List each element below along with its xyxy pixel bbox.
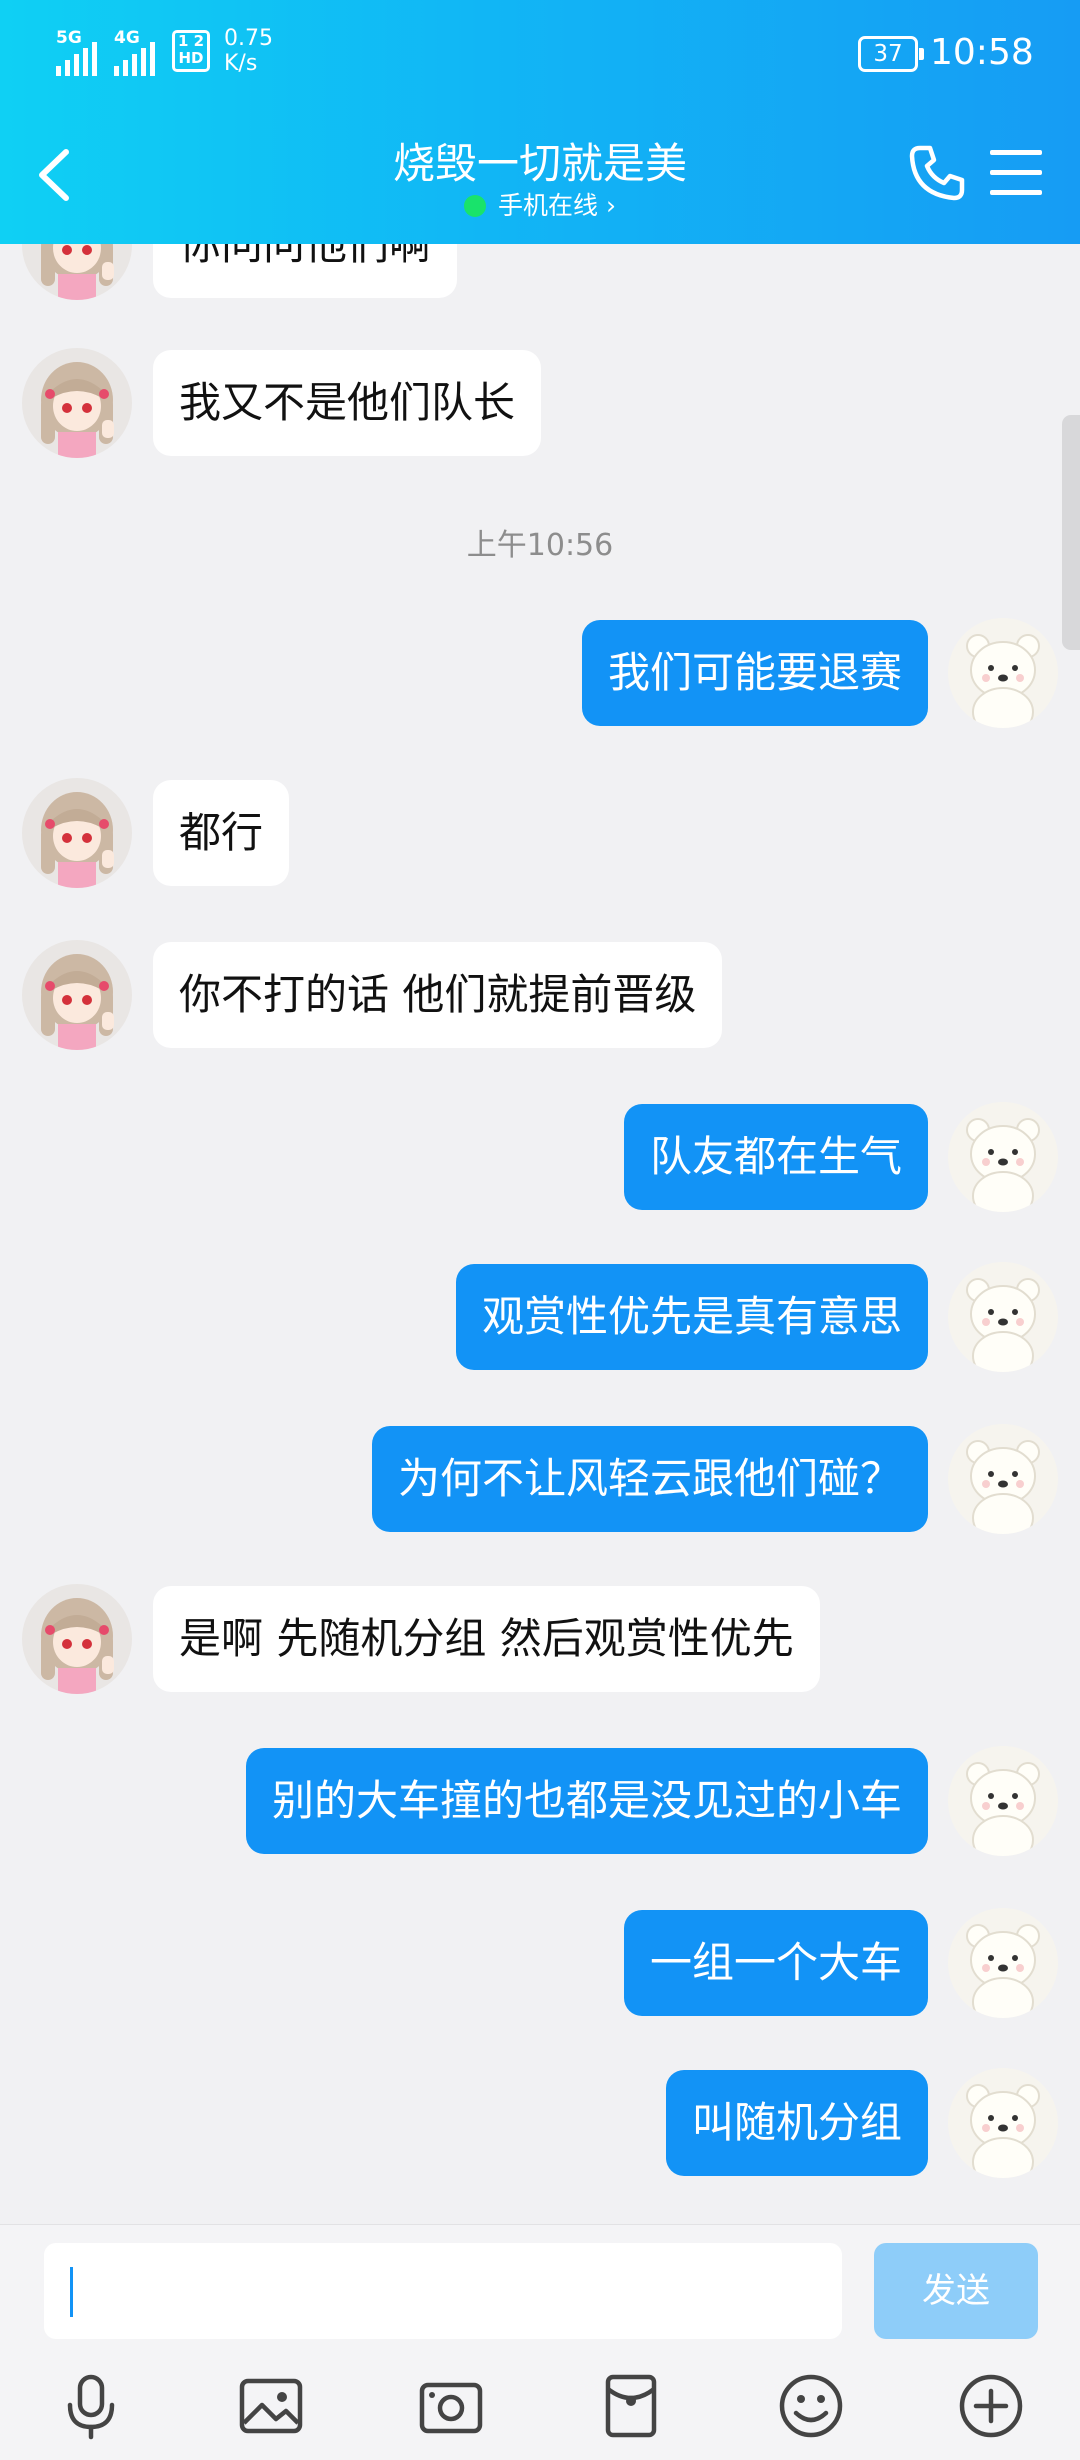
polar-bear-avatar-icon bbox=[948, 1746, 1058, 1856]
microphone-icon bbox=[67, 2374, 115, 2440]
chevron-right-icon: › bbox=[605, 191, 616, 220]
anime-girl-avatar-icon bbox=[22, 244, 132, 300]
contact-avatar[interactable] bbox=[22, 244, 132, 300]
message-row: 我又不是他们队长 bbox=[0, 348, 1080, 458]
message-row: 你不打的话 他们就提前晋级 bbox=[0, 940, 1080, 1050]
my-avatar[interactable] bbox=[948, 1262, 1058, 1372]
message-row: 别的大车撞的也都是没见过的小车 bbox=[0, 1746, 1080, 1856]
message-row: 你问问他们啊 bbox=[0, 244, 1080, 300]
hamburger-icon bbox=[990, 150, 1042, 195]
my-avatar[interactable] bbox=[948, 2068, 1058, 2178]
sent-message[interactable]: 观赏性优先是真有意思 bbox=[455, 1264, 928, 1370]
signal-5g-icon: 5G bbox=[56, 28, 102, 76]
sent-message[interactable]: 别的大车撞的也都是没见过的小车 bbox=[245, 1748, 928, 1854]
emoji-icon bbox=[779, 2374, 843, 2438]
polar-bear-avatar-icon bbox=[948, 1908, 1058, 2018]
message-row: 是啊 先随机分组 然后观赏性优先 bbox=[0, 1584, 1080, 1694]
red-packet-button[interactable] bbox=[596, 2371, 666, 2441]
polar-bear-avatar-icon bbox=[948, 618, 1058, 728]
message-row: 都行 bbox=[0, 778, 1080, 888]
my-avatar[interactable] bbox=[948, 1908, 1058, 2018]
anime-girl-avatar-icon bbox=[22, 1584, 132, 1694]
gallery-button[interactable] bbox=[236, 2371, 306, 2441]
contact-avatar[interactable] bbox=[22, 348, 132, 458]
polar-bear-avatar-icon bbox=[948, 1102, 1058, 1212]
chat-header: 5G 4G 1 2 HD 0.75 K/s 37 10:58 烧毁一切就是美 手… bbox=[0, 0, 1080, 244]
camera-icon bbox=[419, 2382, 483, 2434]
received-message[interactable]: 你问问他们啊 bbox=[153, 244, 458, 298]
phone-icon bbox=[909, 145, 965, 201]
sent-message[interactable]: 一组一个大车 bbox=[623, 1910, 928, 2016]
emoji-button[interactable] bbox=[776, 2371, 846, 2441]
received-message[interactable]: 都行 bbox=[153, 780, 290, 886]
text-caret bbox=[70, 2267, 73, 2317]
sent-message[interactable]: 我们可能要退赛 bbox=[581, 620, 928, 726]
red-packet-icon bbox=[605, 2374, 657, 2438]
polar-bear-avatar-icon bbox=[948, 1262, 1058, 1372]
camera-button[interactable] bbox=[416, 2371, 486, 2441]
image-icon bbox=[239, 2378, 303, 2434]
my-avatar[interactable] bbox=[948, 1424, 1058, 1534]
my-avatar[interactable] bbox=[948, 618, 1058, 728]
received-message[interactable]: 我又不是他们队长 bbox=[153, 350, 542, 456]
net-speed: 0.75 K/s bbox=[224, 26, 273, 76]
plus-icon bbox=[959, 2374, 1023, 2438]
call-button[interactable] bbox=[906, 142, 968, 204]
my-avatar[interactable] bbox=[948, 1746, 1058, 1856]
sent-message[interactable]: 队友都在生气 bbox=[623, 1104, 928, 1210]
message-row: 为何不让风轻云跟他们碰？ bbox=[0, 1424, 1080, 1534]
message-row: 叫随机分组 bbox=[0, 2068, 1080, 2178]
composer: 发送 bbox=[0, 2224, 1080, 2460]
contact-avatar[interactable] bbox=[22, 940, 132, 1050]
online-status-text: 手机在线 bbox=[498, 191, 599, 220]
anime-girl-avatar-icon bbox=[22, 778, 132, 888]
sent-message[interactable]: 为何不让风轻云跟他们碰？ bbox=[371, 1426, 928, 1532]
online-dot-icon bbox=[464, 195, 487, 217]
message-timestamp: 上午10:56 bbox=[466, 528, 614, 563]
send-button[interactable]: 发送 bbox=[874, 2243, 1038, 2339]
scroll-handle[interactable] bbox=[1062, 415, 1080, 650]
status-time: 10:58 bbox=[930, 32, 1034, 73]
message-row: 我们可能要退赛 bbox=[0, 618, 1080, 728]
message-row: 一组一个大车 bbox=[0, 1908, 1080, 2018]
battery-icon: 37 bbox=[858, 36, 924, 72]
menu-button[interactable] bbox=[990, 150, 1042, 196]
contact-avatar[interactable] bbox=[22, 1584, 132, 1694]
anime-girl-avatar-icon bbox=[22, 940, 132, 1050]
message-row: 队友都在生气 bbox=[0, 1102, 1080, 1212]
polar-bear-avatar-icon bbox=[948, 2068, 1058, 2178]
hd-badge: 1 2 HD bbox=[172, 30, 210, 72]
message-list[interactable]: 你问问他们啊 我又不是他们队长 上午10:56 我们可能要退赛 都行 你不打的话… bbox=[0, 244, 1080, 2224]
polar-bear-avatar-icon bbox=[948, 1424, 1058, 1534]
status-bar: 5G 4G 1 2 HD 0.75 K/s 37 10:58 bbox=[0, 0, 1080, 110]
signal-4g-icon: 4G bbox=[114, 28, 160, 76]
more-button[interactable] bbox=[956, 2371, 1026, 2441]
anime-girl-avatar-icon bbox=[22, 348, 132, 458]
contact-avatar[interactable] bbox=[22, 778, 132, 888]
sent-message[interactable]: 叫随机分组 bbox=[665, 2070, 928, 2176]
message-input[interactable] bbox=[44, 2243, 842, 2339]
received-message[interactable]: 是啊 先随机分组 然后观赏性优先 bbox=[153, 1586, 820, 1692]
my-avatar[interactable] bbox=[948, 1102, 1058, 1212]
received-message[interactable]: 你不打的话 他们就提前晋级 bbox=[153, 942, 723, 1048]
message-row: 观赏性优先是真有意思 bbox=[0, 1262, 1080, 1372]
voice-button[interactable] bbox=[56, 2371, 126, 2441]
